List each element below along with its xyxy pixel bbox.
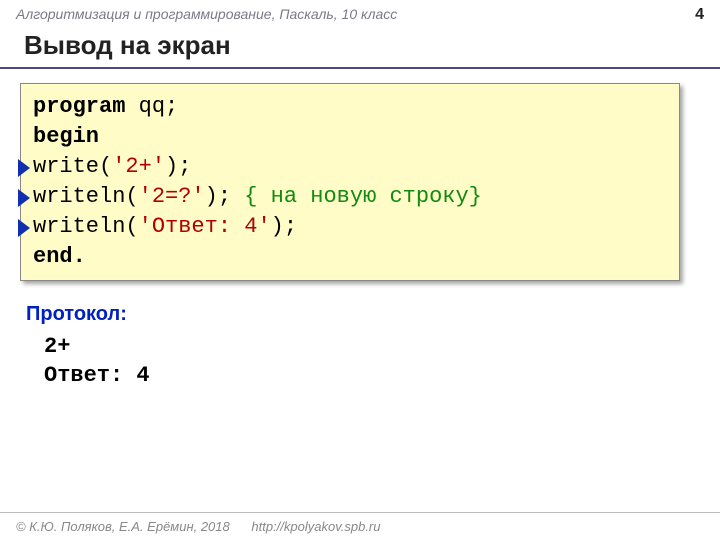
footer-url: http://kpolyakov.spb.ru [251, 519, 380, 534]
code-line: write('2+'); [33, 152, 667, 182]
protocol-title: Протокол: [26, 303, 720, 326]
slide-header: Алгоритмизация и программирование, Паска… [0, 0, 720, 24]
kw-begin: begin [33, 124, 99, 149]
slide-footer: © К.Ю. Поляков, Е.А. Ерёмин, 2018 http:/… [0, 512, 720, 540]
comment: { на новую строку} [244, 184, 482, 209]
page-number: 4 [695, 6, 704, 24]
arrow-icon [18, 189, 30, 207]
arrow-icon [18, 219, 30, 237]
code-text: ); [165, 154, 191, 179]
str-literal: '2+' [112, 154, 165, 179]
code-text: ); [205, 184, 245, 209]
kw-end: end. [33, 244, 86, 269]
code-text: write( [33, 154, 112, 179]
code-area: program qq; begin write('2+'); writeln('… [20, 83, 720, 281]
kw-program: program [33, 94, 125, 119]
copyright: © К.Ю. Поляков, Е.А. Ерёмин, 2018 [16, 519, 230, 534]
code-text: writeln( [33, 184, 139, 209]
code-line: writeln('Ответ: 4'); [33, 212, 667, 242]
str-literal: 'Ответ: 4' [139, 214, 271, 239]
arrow-icon [18, 159, 30, 177]
code-box: program qq; begin write('2+'); writeln('… [20, 83, 680, 281]
code-text: writeln( [33, 214, 139, 239]
code-line: program qq; [33, 92, 667, 122]
protocol-line: 2+ [26, 332, 720, 361]
course-label: Алгоритмизация и программирование, Паска… [16, 6, 397, 22]
code-line: begin [33, 122, 667, 152]
str-literal: '2=?' [139, 184, 205, 209]
code-line: writeln('2=?'); { на новую строку} [33, 182, 667, 212]
code-line: end. [33, 242, 667, 272]
protocol-line: Ответ: 4 [26, 361, 720, 390]
protocol-section: Протокол: 2+ Ответ: 4 [0, 281, 720, 390]
code-text: qq; [125, 94, 178, 119]
slide-title: Вывод на экран [0, 26, 720, 69]
code-text: ); [271, 214, 297, 239]
